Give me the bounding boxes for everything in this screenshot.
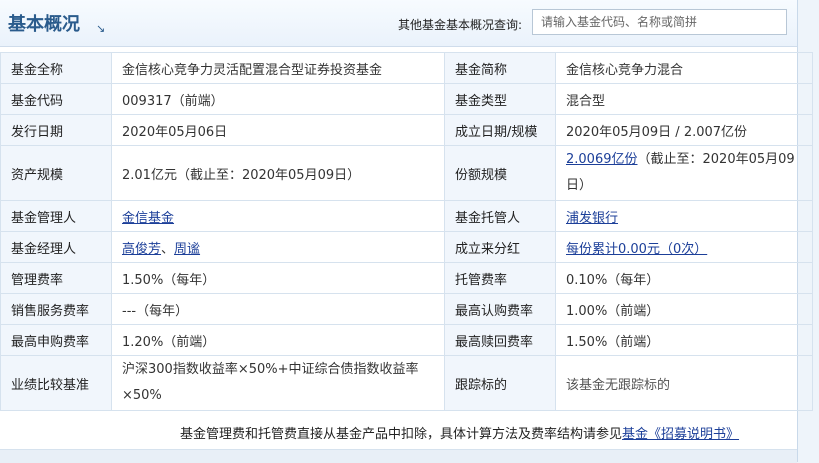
label-custodian: 基金托管人 <box>444 200 556 232</box>
custodian-link[interactable]: 浦发银行 <box>566 211 618 226</box>
value-tracking: 该基金无跟踪标的 <box>555 355 813 411</box>
dividends-link[interactable]: 每份累计0.00元（0次） <box>566 242 707 257</box>
value-fund-code: 009317（前端） <box>111 83 445 115</box>
value-short-name: 金信核心竞争力混合 <box>555 52 813 84</box>
label-inception: 成立日期/规模 <box>444 114 556 146</box>
expand-arrow-icon[interactable]: ↘ <box>96 22 105 35</box>
label-short-name: 基金简称 <box>444 52 556 84</box>
label-fund-code: 基金代码 <box>0 83 112 115</box>
fund-overview-panel: 基本概况 ↘ 其他基金基本概况查询: 请输入基金代码、名称或简拼 基金全称 金信… <box>0 0 813 463</box>
prospectus-link[interactable]: 基金《招募说明书》 <box>622 427 739 442</box>
label-purchase-fee: 最高申购费率 <box>0 324 112 356</box>
table-row: 最高申购费率 1.20%（前端） 最高赎回费率 1.50%（前端） <box>0 324 813 356</box>
label-benchmark: 业绩比较基准 <box>0 355 112 411</box>
label-full-name: 基金全称 <box>0 52 112 84</box>
table-row: 基金经理人 高俊芳、周谧 成立来分红 每份累计0.00元（0次） <box>0 231 813 263</box>
value-mgmt-fee: 1.50%（每年） <box>111 262 445 294</box>
manager-company-link[interactable]: 金信基金 <box>122 211 174 226</box>
table-row: 业绩比较基准 沪深300指数收益率×50%+中证综合债指数收益率×50% 跟踪标… <box>0 355 813 411</box>
label-tracking: 跟踪标的 <box>444 355 556 411</box>
table-row: 发行日期 2020年05月06日 成立日期/规模 2020年05月09日 / 2… <box>0 114 813 146</box>
fund-info-table: 基金全称 金信核心竞争力灵活配置混合型证券投资基金 基金简称 金信核心竞争力混合… <box>0 52 813 411</box>
value-dividends: 每份累计0.00元（0次） <box>555 231 813 263</box>
value-fund-managers: 高俊芳、周谧 <box>111 231 445 263</box>
page-title: 基本概况 <box>8 14 80 35</box>
value-redeem-fee: 1.50%（前端） <box>555 324 813 356</box>
label-fund-managers: 基金经理人 <box>0 231 112 263</box>
label-mgmt-fee: 管理费率 <box>0 262 112 294</box>
value-full-name: 金信核心竞争力灵活配置混合型证券投资基金 <box>111 52 445 84</box>
label-issue-date: 发行日期 <box>0 114 112 146</box>
label-subscribe-fee: 最高认购费率 <box>444 293 556 325</box>
manager-link-2[interactable]: 周谧 <box>174 242 200 257</box>
fee-note: 基金管理费和托管费直接从基金产品中扣除，具体计算方法及费率结构请参见基金《招募说… <box>180 423 739 442</box>
bottom-bar <box>0 449 797 463</box>
table-row: 基金全称 金信核心竞争力灵活配置混合型证券投资基金 基金简称 金信核心竞争力混合 <box>0 52 813 84</box>
value-subscribe-fee: 1.00%（前端） <box>555 293 813 325</box>
label-dividends: 成立来分红 <box>444 231 556 263</box>
label-share-size: 份额规模 <box>444 145 556 201</box>
table-row: 基金管理人 金信基金 基金托管人 浦发银行 <box>0 200 813 232</box>
manager-link-1[interactable]: 高俊芳 <box>122 242 161 257</box>
table-row: 管理费率 1.50%（每年） 托管费率 0.10%（每年） <box>0 262 813 294</box>
value-custodian: 浦发银行 <box>555 200 813 232</box>
label-custody-fee: 托管费率 <box>444 262 556 294</box>
manager-separator: 、 <box>161 241 175 257</box>
value-issue-date: 2020年05月06日 <box>111 114 445 146</box>
table-row: 基金代码 009317（前端） 基金类型 混合型 <box>0 83 813 115</box>
value-inception: 2020年05月09日 / 2.007亿份 <box>555 114 813 146</box>
share-size-link[interactable]: 2.0069亿份 <box>566 152 638 167</box>
label-fund-type: 基金类型 <box>444 83 556 115</box>
label-redeem-fee: 最高赎回费率 <box>444 324 556 356</box>
value-fund-type: 混合型 <box>555 83 813 115</box>
fee-note-text: 基金管理费和托管费直接从基金产品中扣除，具体计算方法及费率结构请参见 <box>180 427 623 442</box>
fund-search-input[interactable]: 请输入基金代码、名称或简拼 <box>532 9 787 35</box>
label-sales-fee: 销售服务费率 <box>0 293 112 325</box>
value-share-size: 2.0069亿份（截止至：2020年05月09日） <box>555 145 813 201</box>
value-manager-company: 金信基金 <box>111 200 445 232</box>
value-custody-fee: 0.10%（每年） <box>555 262 813 294</box>
value-benchmark: 沪深300指数收益率×50%+中证综合债指数收益率×50% <box>111 355 445 411</box>
table-row: 资产规模 2.01亿元（截止至：2020年05月09日） 份额规模 2.0069… <box>0 145 813 201</box>
value-purchase-fee: 1.20%（前端） <box>111 324 445 356</box>
value-sales-fee: ---（每年） <box>111 293 445 325</box>
table-row: 销售服务费率 ---（每年） 最高认购费率 1.00%（前端） <box>0 293 813 325</box>
label-manager-company: 基金管理人 <box>0 200 112 232</box>
query-label: 其他基金基本概况查询: <box>398 18 523 32</box>
value-asset-size: 2.01亿元（截止至：2020年05月09日） <box>111 145 445 201</box>
label-asset-size: 资产规模 <box>0 145 112 201</box>
panel-header: 基本概况 ↘ 其他基金基本概况查询: 请输入基金代码、名称或简拼 <box>0 0 797 47</box>
